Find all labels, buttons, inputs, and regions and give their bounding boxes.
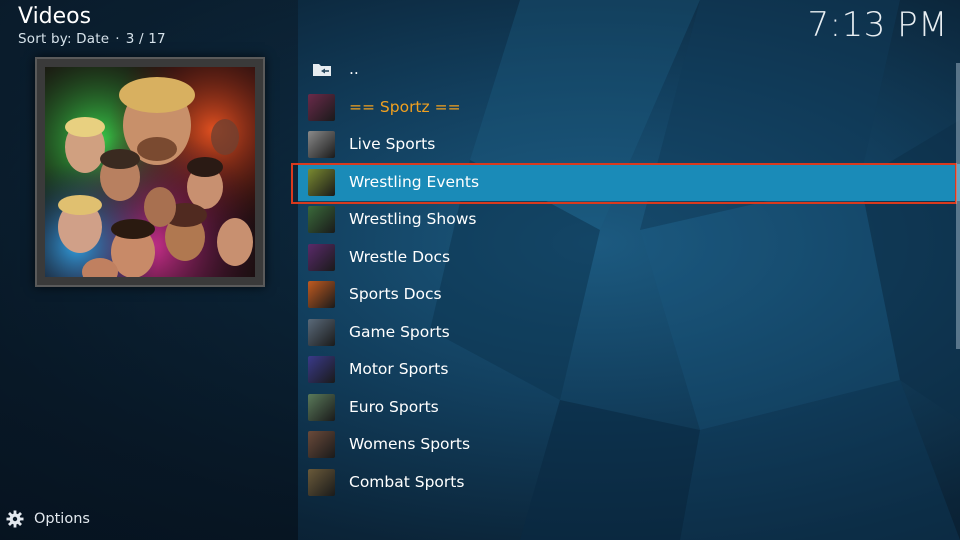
list-item-thumbnail	[308, 431, 335, 458]
list-item-thumbnail	[308, 243, 335, 271]
list-item-wrestle-docs[interactable]: Wrestle Docs	[298, 239, 960, 277]
item-position: 3 / 17	[125, 31, 166, 47]
list-item-label: ..	[349, 60, 359, 78]
list-item-game-sports[interactable]: Game Sports	[298, 314, 960, 352]
list-item-thumbnail	[308, 468, 335, 496]
list-item-thumbnail	[308, 131, 335, 158]
page-title: Videos	[18, 4, 92, 29]
list-item-heading-sportz[interactable]: == Sportz ==	[298, 89, 960, 127]
list-item-label: == Sportz ==	[349, 97, 461, 116]
list-item-wrestling-shows[interactable]: Wrestling Shows	[298, 201, 960, 239]
sort-label: Sort by: Date	[18, 31, 110, 47]
list-item-parent[interactable]: ..	[298, 51, 960, 89]
wrestlers-artwork	[45, 67, 255, 277]
list-item-thumbnail	[308, 93, 335, 121]
header: Videos Sort by: Date · 3 / 17	[18, 4, 166, 48]
list-item-thumbnail	[308, 356, 335, 383]
sort-info: Sort by: Date · 3 / 17	[18, 30, 166, 48]
list-item-label: Game Sports	[349, 322, 450, 341]
list-item-label: Womens Sports	[349, 435, 471, 453]
list-item-sports-docs[interactable]: Sports Docs	[298, 276, 960, 314]
list-item-label: Wrestle Docs	[349, 247, 451, 266]
gear-icon	[6, 510, 24, 528]
clock: 7:13 PM	[807, 5, 948, 45]
poster-frame	[35, 57, 265, 287]
list-item-label: Live Sports	[349, 135, 436, 153]
options-button[interactable]: Options	[6, 510, 90, 528]
list-item-thumbnail	[308, 206, 335, 233]
list-item-label: Euro Sports	[349, 397, 439, 416]
folder-back-icon	[313, 64, 331, 76]
list-item-thumbnail	[308, 281, 335, 308]
media-list: .. == Sportz == Live Sports Wrestling Ev…	[291, 51, 960, 502]
options-label: Options	[34, 511, 90, 527]
poster-image	[45, 67, 255, 277]
list-item-thumbnail	[308, 168, 335, 196]
list-item-label: Motor Sports	[349, 360, 449, 378]
list-item-motor-sports[interactable]: Motor Sports	[298, 351, 960, 389]
separator-dot: ·	[115, 31, 120, 47]
list-item-label: Combat Sports	[349, 472, 465, 491]
list-item-thumbnail	[308, 318, 335, 346]
scrollbar[interactable]	[956, 63, 960, 349]
list-item-label: Wrestling Shows	[349, 210, 477, 228]
list-item-euro-sports[interactable]: Euro Sports	[298, 389, 960, 427]
list-item-label: Wrestling Events	[349, 172, 480, 191]
list-item-label: Sports Docs	[349, 285, 442, 303]
list-item-womens-sports[interactable]: Womens Sports	[298, 426, 960, 464]
list-item-combat-sports[interactable]: Combat Sports	[298, 464, 960, 502]
list-item-thumbnail	[308, 393, 335, 421]
list-item-wrestling-events[interactable]: Wrestling Events	[291, 162, 960, 204]
list-item-live-sports[interactable]: Live Sports	[298, 126, 960, 164]
